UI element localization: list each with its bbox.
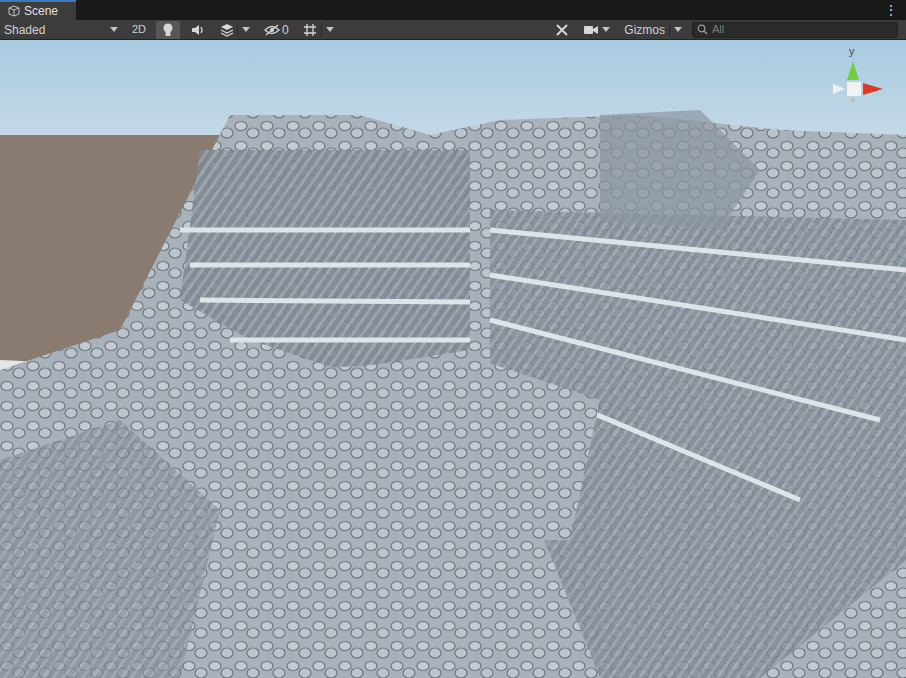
gizmos-label: Gizmos <box>624 21 665 39</box>
audio-toggle[interactable] <box>186 21 210 39</box>
effects-dropdown[interactable] <box>237 23 250 37</box>
terrain-render <box>0 40 906 678</box>
search-icon <box>697 24 708 35</box>
dropdown-arrow-icon <box>602 27 610 32</box>
menu-icon[interactable]: ⋮ <box>884 3 898 17</box>
toggle-2d-button[interactable]: 2D <box>128 21 150 39</box>
lightbulb-icon <box>162 23 174 37</box>
tab-bar: Scene ⋮ <box>0 0 906 20</box>
scene-tab[interactable]: Scene <box>0 0 76 20</box>
effects-toggle[interactable] <box>216 21 254 39</box>
camera-button[interactable] <box>579 21 614 39</box>
orientation-gizmo[interactable]: y <box>826 46 896 116</box>
search-input[interactable] <box>712 21 893 38</box>
speaker-icon <box>191 24 205 36</box>
toolbar: Shaded 2D 0 <box>0 20 906 40</box>
draw-mode-dropdown[interactable]: Shaded <box>4 21 122 39</box>
grid-toggle[interactable] <box>299 21 338 39</box>
layers-icon <box>220 23 234 37</box>
scene-viewport[interactable]: y <box>0 40 906 678</box>
tab-label: Scene <box>24 2 58 20</box>
tools-button[interactable] <box>551 21 573 39</box>
gizmos-dropdown[interactable]: Gizmos <box>620 21 682 39</box>
scene-icon <box>8 5 20 17</box>
search-field[interactable] <box>692 22 898 38</box>
scene-window: Scene ⋮ Shaded 2D 0 <box>0 0 906 678</box>
toggle-2d-label: 2D <box>132 21 146 38</box>
grid-dropdown[interactable] <box>321 23 334 37</box>
tools-icon <box>555 23 569 37</box>
gizmo-axis-label: y <box>849 46 855 57</box>
dropdown-arrow-icon <box>674 27 682 32</box>
grid-icon <box>303 23 317 37</box>
hidden-count: 0 <box>282 21 289 39</box>
axis-gizmo-icon <box>826 46 896 116</box>
draw-mode-label: Shaded <box>4 21 45 39</box>
dropdown-arrow-icon <box>326 27 334 32</box>
lighting-toggle[interactable] <box>156 21 180 39</box>
dropdown-arrow-icon <box>110 27 118 32</box>
dropdown-arrow-icon <box>242 27 250 32</box>
hidden-objects-toggle[interactable]: 0 <box>260 21 293 39</box>
gizmos-arrow[interactable] <box>669 23 682 37</box>
camera-icon <box>583 24 599 36</box>
eye-slash-icon <box>264 24 280 36</box>
